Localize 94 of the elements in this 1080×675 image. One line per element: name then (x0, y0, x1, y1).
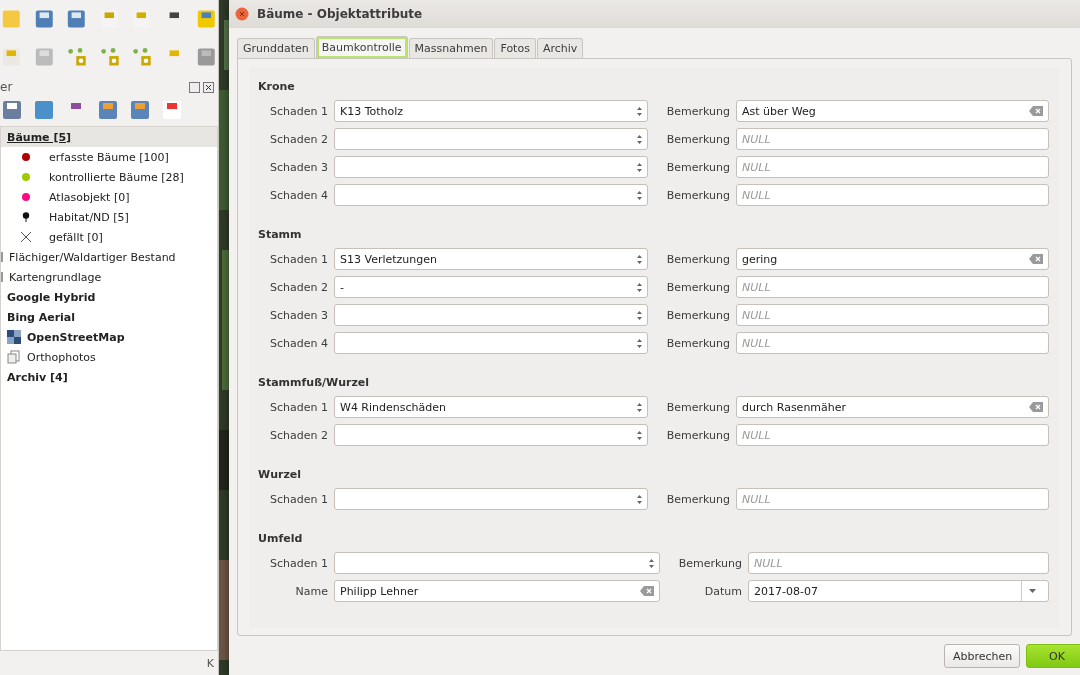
field-label: Bemerkung (677, 556, 742, 570)
spin-arrows-icon (636, 429, 643, 441)
field-label: Datum (703, 584, 742, 598)
field-label: Bemerkung (665, 280, 730, 294)
damage-combo[interactable] (334, 332, 648, 354)
damage-combo[interactable] (334, 128, 648, 150)
field-label: Bemerkung (665, 188, 730, 202)
spin-arrows-icon (636, 133, 643, 145)
remark-field[interactable]: gering (736, 248, 1049, 270)
layer-row[interactable]: Archiv [4] (1, 367, 217, 387)
layer-row[interactable]: Flächiger/Waldartiger Bestand (1, 247, 217, 267)
section-title: Wurzel (258, 466, 303, 483)
damage-combo[interactable] (334, 184, 648, 206)
field-label: Schaden 4 (269, 188, 328, 202)
name-field[interactable]: Philipp Lehner (334, 580, 660, 602)
window-title: Bäume - Objektattribute (257, 7, 423, 21)
remark-field[interactable]: 2017-08-07 (748, 580, 1049, 602)
cancel-button[interactable]: Abbrechen (944, 644, 1020, 668)
field-label: Bemerkung (665, 400, 730, 414)
clear-icon[interactable] (1029, 106, 1043, 116)
tab[interactable]: Archiv (536, 38, 584, 58)
layer-row[interactable]: Orthophotos (1, 347, 217, 367)
close-icon[interactable] (203, 81, 214, 93)
field-label: Bemerkung (665, 252, 730, 266)
tiles-icon (7, 330, 21, 344)
field-label: Bemerkung (665, 160, 730, 174)
spin-arrows-icon (648, 557, 655, 569)
damage-combo[interactable] (334, 156, 648, 178)
cross-icon (20, 231, 32, 243)
section-title: Krone (258, 78, 296, 95)
field-label: Bemerkung (665, 428, 730, 442)
damage-combo[interactable] (334, 424, 648, 446)
spin-arrows-icon (636, 309, 643, 321)
layer-row[interactable]: Kartengrundlage (1, 267, 217, 287)
remark-field[interactable]: Ast über Weg (736, 100, 1049, 122)
field-label: Bemerkung (665, 336, 730, 350)
ok-button[interactable]: OK (1026, 644, 1080, 668)
pin-icon (22, 212, 30, 222)
spin-arrows-icon (636, 161, 643, 173)
spin-arrows-icon (636, 189, 643, 201)
field-label: Schaden 1 (269, 556, 328, 570)
field-label: Schaden 1 (269, 104, 328, 118)
field-label: Schaden 3 (269, 308, 328, 322)
status-text: K (206, 656, 214, 670)
spin-arrows-icon (636, 253, 643, 265)
field-label: Bemerkung (665, 104, 730, 118)
layer-row[interactable]: erfasste Bäume [100] (1, 147, 217, 167)
clear-icon[interactable] (640, 586, 654, 596)
raster-layer-icon (7, 350, 21, 364)
field-label: Bemerkung (665, 132, 730, 146)
field-label: Schaden 2 (269, 132, 328, 146)
section-title: Stammfuß/Wurzel (258, 374, 371, 391)
layer-row[interactable]: kontrollierte Bäume [28] (1, 167, 217, 187)
section-title: Umfeld (258, 530, 304, 547)
layer-row[interactable]: Habitat/ND [5] (1, 207, 217, 227)
layer-row[interactable]: Bäume [5] (1, 127, 217, 147)
field-label: Bemerkung (665, 308, 730, 322)
panel-title: er (0, 80, 13, 94)
spin-arrows-icon (636, 493, 643, 505)
field-label: Bemerkung (665, 492, 730, 506)
field-label: Name (294, 584, 328, 598)
damage-combo[interactable]: - (334, 276, 648, 298)
spin-arrows-icon (636, 401, 643, 413)
tab[interactable]: Grunddaten (237, 38, 315, 58)
field-label: Schaden 3 (269, 160, 328, 174)
tab[interactable]: Massnahmen (408, 38, 494, 58)
field-label: Schaden 2 (269, 280, 328, 294)
float-icon[interactable] (189, 81, 200, 93)
layer-row[interactable]: Atlasobjekt [0] (1, 187, 217, 207)
damage-combo[interactable] (334, 488, 648, 510)
field-label: Schaden 4 (269, 336, 328, 350)
field-label: Schaden 1 (269, 252, 328, 266)
close-icon[interactable] (235, 7, 249, 21)
damage-combo[interactable]: K13 Totholz (334, 100, 648, 122)
damage-combo[interactable]: S13 Verletzungen (334, 248, 648, 270)
clear-icon[interactable] (1029, 254, 1043, 264)
field-label: Schaden 2 (269, 428, 328, 442)
damage-combo[interactable] (334, 552, 660, 574)
tab[interactable]: Baumkontrolle (315, 36, 408, 58)
damage-combo[interactable]: W4 Rindenschäden (334, 396, 648, 418)
layer-row[interactable]: gefällt [0] (1, 227, 217, 247)
field-label: Schaden 1 (269, 400, 328, 414)
clear-icon[interactable] (1029, 402, 1043, 412)
spin-arrows-icon (636, 105, 643, 117)
layer-row[interactable]: OpenStreetMap (1, 327, 217, 347)
spin-arrows-icon (636, 281, 643, 293)
section-title: Stamm (258, 226, 303, 243)
field-label: Schaden 1 (269, 492, 328, 506)
tab[interactable]: Fotos (494, 38, 536, 58)
remark-field[interactable]: durch Rasenmäher (736, 396, 1049, 418)
layer-row[interactable]: Bing Aerial (1, 307, 217, 327)
spin-arrows-icon (636, 337, 643, 349)
layer-row[interactable]: Google Hybrid (1, 287, 217, 307)
damage-combo[interactable] (334, 304, 648, 326)
